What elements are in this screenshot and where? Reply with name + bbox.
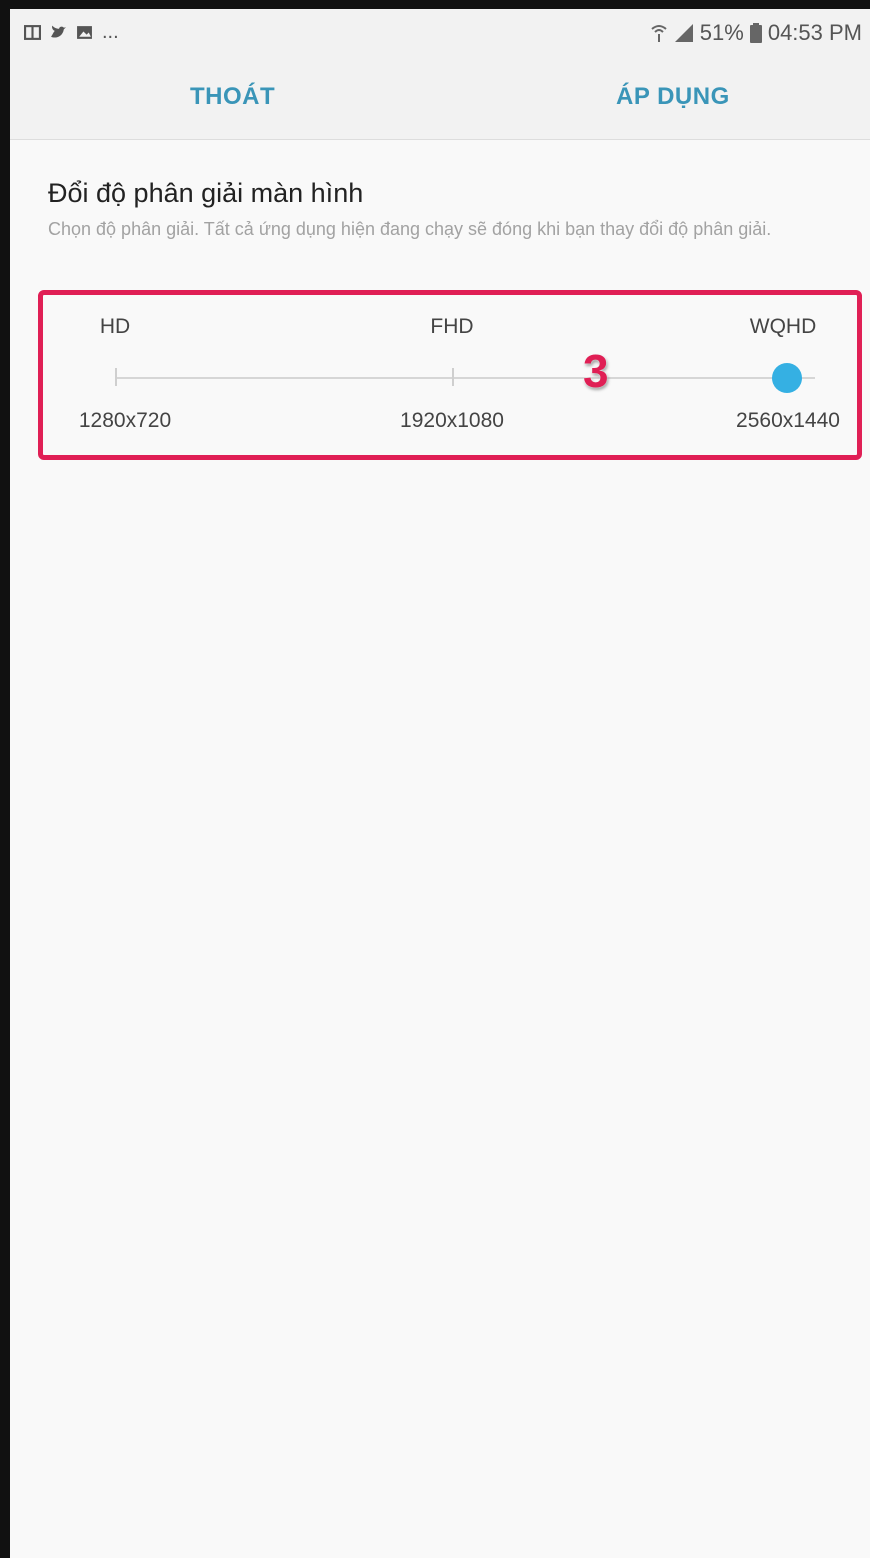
clock: 04:53 PM [767,20,862,45]
option-name-wqhd[interactable]: WQHD [750,315,817,339]
slider-thumb[interactable] [772,363,802,393]
slider-tick-hd[interactable] [115,368,117,386]
exit-button[interactable]: THOÁT [190,83,275,111]
signal-icon [674,24,693,42]
notification-icons: ... [24,21,119,44]
page-title: Đổi độ phân giải màn hình [48,178,364,208]
book-icon [24,25,41,40]
status-bar: ... 51% 04:53 PM [10,9,870,59]
option-resolution-hd: 1280x720 [78,409,172,432]
status-right: 51% 04:53 PM [650,20,862,46]
wifi-icon [651,25,667,42]
image-icon [77,26,92,39]
option-name-hd[interactable]: HD [100,315,130,339]
option-resolution-wqhd: 2560x1440 [736,409,840,432]
slider-track[interactable] [115,377,815,379]
page-description: Chọn độ phân giải. Tất cả ứng dụng hiện … [48,219,772,239]
option-resolution-fhd: 1920x1080 [400,409,504,432]
action-bar: THOÁT ÁP DỤNG [10,59,870,140]
apply-button[interactable]: ÁP DỤNG [616,83,730,111]
battery-percentage: 51% [699,20,744,45]
battery-icon [749,23,762,43]
step-number-annotation: 3 [583,345,609,397]
phone-screen: ... 51% 04:53 PM THOÁT ÁP DỤNG Đổi độ ph… [0,0,870,1558]
twitter-bird-icon [51,25,66,38]
resolution-slider-highlight: HD FHD WQHD 3 1280x720 1920x1080 2560x14… [38,290,862,460]
option-name-fhd[interactable]: FHD [430,315,473,339]
more-notifications-indicator: ... [102,21,119,43]
settings-content: Đổi độ phân giải màn hình Chọn độ phân g… [10,140,870,1558]
slider-tick-fhd[interactable] [452,368,454,386]
